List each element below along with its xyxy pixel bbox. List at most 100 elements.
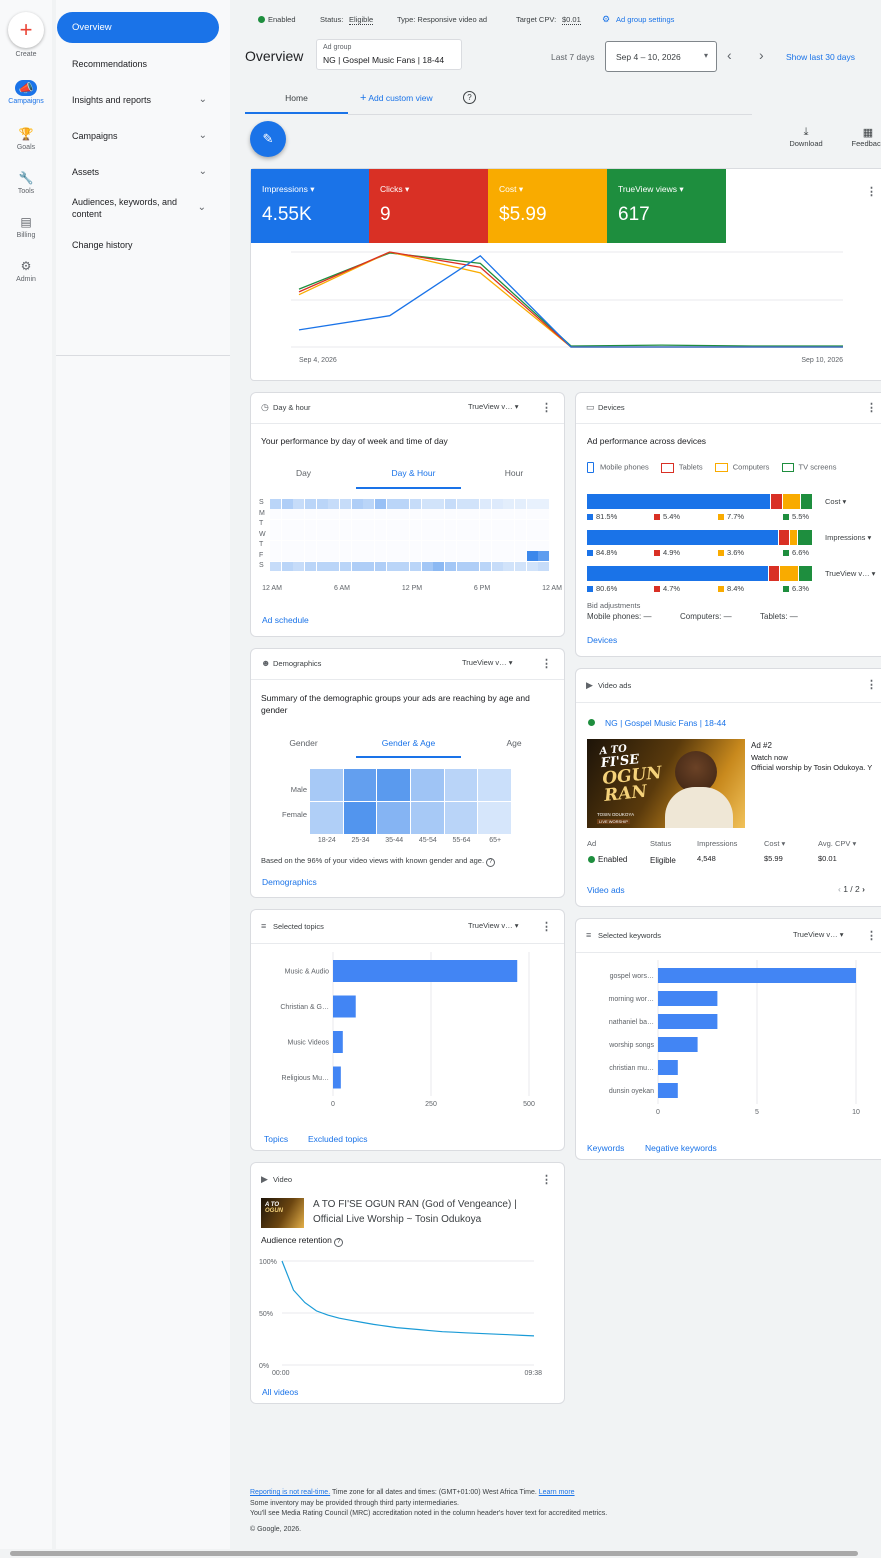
device-metric-dropdown[interactable]: Cost ▾	[825, 497, 846, 506]
rail-campaigns[interactable]: 📣 Campaigns	[0, 80, 52, 105]
heatmap-cell	[445, 509, 456, 519]
metric-clicks[interactable]: Clicks ▾ 9	[369, 169, 488, 243]
rail-billing[interactable]: ▤ Billing	[0, 214, 52, 239]
tab-age[interactable]: Age	[469, 738, 559, 748]
negative-keywords-link[interactable]: Negative keywords	[645, 1143, 717, 1153]
nav-recommendations[interactable]: Recommendations	[56, 58, 221, 70]
next-period-icon[interactable]: ›	[759, 47, 764, 63]
help-icon[interactable]: ?	[486, 858, 496, 867]
status-value[interactable]: Eligible	[349, 15, 374, 25]
adgroup-link[interactable]: NG | Gospel Music Fans | 18-44	[605, 718, 726, 728]
tab-home[interactable]: Home	[245, 88, 348, 114]
help-icon[interactable]: ?	[463, 91, 476, 104]
more-vert-icon[interactable]: ⋮	[541, 1175, 552, 1186]
rail-tools[interactable]: 🔧 Tools	[0, 170, 52, 195]
keywords-link[interactable]: Keywords	[587, 1143, 624, 1153]
more-vert-icon[interactable]: ⋮	[866, 931, 877, 942]
metric-dropdown[interactable]: TrueView v… ▾	[793, 930, 843, 939]
nav-insights[interactable]: Insights and reports ⌄	[56, 94, 221, 106]
device-percent: 5.4%	[654, 512, 680, 521]
download-button[interactable]: ⤓ Download	[788, 126, 824, 148]
heatmap-cell	[352, 520, 363, 530]
horizontal-scrollbar[interactable]	[0, 1549, 881, 1558]
metric-impressions[interactable]: Impressions ▾ 4.55K	[251, 169, 369, 243]
heatmap-cell	[386, 561, 398, 572]
nav-audiences[interactable]: Audiences, keywords, and content ⌄	[56, 196, 206, 220]
add-custom-view-button[interactable]: + Add custom view	[360, 92, 433, 104]
tab-hour[interactable]: Hour	[469, 468, 559, 478]
cpv-value[interactable]: $0.01	[562, 15, 581, 25]
realtime-link[interactable]: Reporting is not real-time.	[250, 1489, 330, 1496]
edit-pencil-icon[interactable]: ✎	[250, 121, 286, 157]
device-stacked-bar	[587, 494, 813, 509]
feedback-button[interactable]: ▦Feedback	[848, 126, 881, 148]
more-vert-icon[interactable]: ⋮	[541, 403, 552, 414]
excluded-topics-link[interactable]: Excluded topics	[308, 1134, 368, 1144]
bar-segment	[797, 530, 813, 545]
nav-campaigns[interactable]: Campaigns ⌄	[56, 130, 221, 142]
create-button[interactable]: +	[8, 12, 44, 48]
heatmap-cell	[410, 561, 422, 572]
ad-schedule-link[interactable]: Ad schedule	[262, 615, 309, 625]
device-metric-dropdown[interactable]: TrueView v… ▾	[825, 569, 875, 578]
tab-gender[interactable]: Gender	[261, 738, 346, 748]
more-vert-icon[interactable]: ⋮	[541, 659, 552, 670]
chevron-right-icon[interactable]: ›	[862, 884, 865, 894]
heatmap-cell	[316, 561, 328, 572]
device-stacked-bar	[587, 530, 813, 545]
heatmap-cell	[293, 551, 304, 561]
rail-admin[interactable]: ⚙ Admin	[0, 258, 52, 283]
video-thumbnail[interactable]: A TO FI'SE OGUN RAN TOSIN ODUKOYA LIVE W…	[587, 739, 745, 828]
devices-link[interactable]: Devices	[587, 635, 617, 645]
demographics-link[interactable]: Demographics	[262, 877, 317, 887]
video-ads-link[interactable]: Video ads	[587, 885, 625, 895]
nav-overview[interactable]: Overview	[57, 12, 219, 43]
heatmap-cell	[526, 551, 538, 562]
heatmap-cell	[527, 520, 538, 530]
col-cost[interactable]: Cost ▾	[764, 839, 785, 848]
more-vert-icon[interactable]: ⋮	[866, 403, 877, 414]
topics-link[interactable]: Topics	[264, 1134, 288, 1144]
more-vert-icon[interactable]: ⋮	[541, 922, 552, 933]
heatmap-cell	[340, 541, 351, 551]
divider	[576, 952, 881, 953]
demographics-card: ☻ Demographics TrueView v… ▾ ⋮ Summary of…	[250, 648, 565, 898]
chevron-left-icon[interactable]: ‹	[838, 884, 841, 894]
nav-assets[interactable]: Assets ⌄	[56, 166, 221, 178]
prev-period-icon[interactable]: ‹	[727, 47, 732, 63]
demo-cell	[444, 802, 478, 834]
scrollbar-thumb[interactable]	[10, 1551, 858, 1556]
heatmap-cell	[503, 499, 515, 509]
metric-dropdown[interactable]: TrueView v… ▾	[468, 921, 518, 930]
show-last-30-link[interactable]: Show last 30 days	[786, 52, 855, 62]
device-stacked-bar	[587, 566, 813, 581]
all-videos-link[interactable]: All videos	[262, 1387, 298, 1397]
more-vert-icon[interactable]: ⋮	[866, 680, 877, 691]
metric-cost[interactable]: Cost ▾ $5.99	[488, 169, 607, 243]
tab-day-hour[interactable]: Day & Hour	[366, 468, 461, 478]
adgroup-settings-link[interactable]: Ad group settings	[616, 15, 674, 24]
gear-icon: ⚙	[602, 14, 611, 24]
date-range-picker[interactable]: Sep 4 – 10, 2026 ▾	[605, 41, 717, 72]
nav-change-history[interactable]: Change history	[56, 239, 221, 251]
video-thumbnail-small[interactable]: A TO OGUN	[261, 1198, 304, 1228]
heatmap-cell	[317, 509, 328, 519]
tab-day[interactable]: Day	[261, 468, 346, 478]
help-icon[interactable]: ?	[334, 1238, 344, 1247]
learn-more-link[interactable]: Learn more	[539, 1489, 575, 1496]
device-metric-dropdown[interactable]: Impressions ▾	[825, 533, 871, 542]
metric-trueview-views[interactable]: TrueView views ▾ 617	[607, 169, 726, 243]
metric-dropdown[interactable]: TrueView v… ▾	[462, 658, 512, 667]
category-label: Religious Mu…	[282, 1075, 329, 1082]
more-vert-icon[interactable]: ⋮	[866, 187, 877, 198]
col-avg-cpv[interactable]: Avg. CPV ▾	[818, 839, 856, 848]
heatmap-cell	[387, 530, 398, 540]
tab-gender-age[interactable]: Gender & Age	[356, 738, 461, 748]
metric-dropdown[interactable]: TrueView v… ▾	[468, 402, 518, 411]
ad-name: Ad #2	[751, 741, 772, 750]
rail-goals[interactable]: 🏆 Goals	[0, 126, 52, 151]
heatmap-cell	[351, 499, 363, 509]
heatmap-cell	[410, 520, 421, 530]
adgroup-selector[interactable]: Ad group NG | Gospel Music Fans | 18-44	[316, 39, 462, 70]
dayhour-heatmap	[270, 499, 550, 572]
